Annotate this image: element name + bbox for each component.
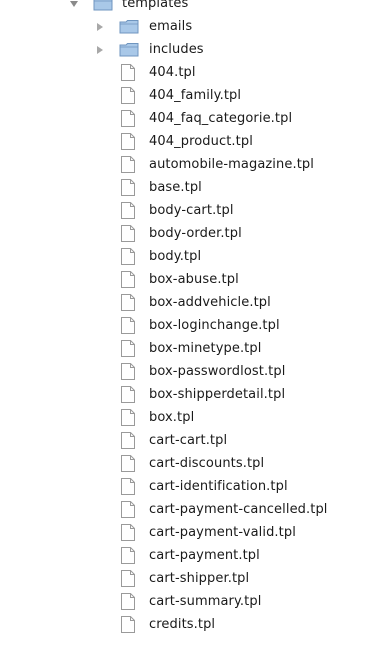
tree-file-label: cart-payment.tpl (149, 548, 260, 563)
tree-folder-label: includes (149, 42, 204, 57)
file-icon (121, 248, 135, 265)
file-icon (121, 317, 135, 334)
tree-file-item[interactable]: box-abuse.tpl (15, 268, 390, 291)
file-icon (121, 409, 135, 426)
tree-file-item[interactable]: 404_family.tpl (15, 84, 390, 107)
left-margin (0, 0, 15, 652)
file-icon (121, 547, 135, 564)
file-icon (121, 432, 135, 449)
tree-file-item[interactable]: cart-payment-cancelled.tpl (15, 498, 390, 521)
tree-file-item[interactable]: box-shipperdetail.tpl (15, 383, 390, 406)
tree-file-label: cart-payment-valid.tpl (149, 525, 296, 540)
file-icon (121, 225, 135, 242)
tree-file-item[interactable]: 404_product.tpl (15, 130, 390, 153)
file-icon (121, 593, 135, 610)
tree-file-item[interactable]: credits.tpl (15, 613, 390, 636)
tree-file-item[interactable]: cart-summary.tpl (15, 590, 390, 613)
tree-file-item[interactable]: cart-payment.tpl (15, 544, 390, 567)
tree-file-label: cart-summary.tpl (149, 594, 262, 609)
file-icon (121, 570, 135, 587)
tree-file-label: cart-shipper.tpl (149, 571, 250, 586)
tree-file-label: cart-identification.tpl (149, 479, 288, 494)
tree-folder-label: templates (122, 0, 189, 11)
file-icon (121, 64, 135, 81)
file-icon (121, 133, 135, 150)
folder-icon (119, 43, 139, 57)
disclosure-collapsed-icon[interactable] (97, 23, 103, 31)
tree-file-label: automobile-magazine.tpl (149, 157, 314, 172)
tree-file-label: box-minetype.tpl (149, 341, 262, 356)
tree-folder-includes[interactable]: includes (15, 38, 390, 61)
tree-file-item[interactable]: cart-discounts.tpl (15, 452, 390, 475)
tree-file-label: box-abuse.tpl (149, 272, 239, 287)
tree-file-item[interactable]: body.tpl (15, 245, 390, 268)
tree-file-item[interactable]: box-minetype.tpl (15, 337, 390, 360)
tree-file-label: cart-payment-cancelled.tpl (149, 502, 328, 517)
disclosure-collapsed-icon[interactable] (97, 46, 103, 54)
tree-file-label: base.tpl (149, 180, 202, 195)
tree-file-label: credits.tpl (149, 617, 216, 632)
file-icon (121, 202, 135, 219)
tree-file-label: box-shipperdetail.tpl (149, 387, 286, 402)
tree-file-item[interactable]: 404.tpl (15, 61, 390, 84)
tree-file-label: body.tpl (149, 249, 202, 264)
tree-file-item[interactable]: base.tpl (15, 176, 390, 199)
folder-icon (93, 0, 113, 11)
file-icon (121, 294, 135, 311)
tree-file-label: box-passwordlost.tpl (149, 364, 286, 379)
tree-folder-templates[interactable]: templates (15, 0, 390, 15)
tree-file-item[interactable]: cart-shipper.tpl (15, 567, 390, 590)
tree-file-label: body-cart.tpl (149, 203, 234, 218)
file-icon (121, 524, 135, 541)
tree-file-label: 404_product.tpl (149, 134, 253, 149)
file-icon (121, 110, 135, 127)
file-icon (121, 363, 135, 380)
file-icon (121, 179, 135, 196)
tree-file-item[interactable]: box-passwordlost.tpl (15, 360, 390, 383)
tree-file-label: box-loginchange.tpl (149, 318, 280, 333)
tree-folder-emails[interactable]: emails (15, 15, 390, 38)
folder-icon (119, 20, 139, 34)
tree-file-item[interactable]: cart-payment-valid.tpl (15, 521, 390, 544)
tree-file-label: box-addvehicle.tpl (149, 295, 271, 310)
tree-file-item[interactable]: cart-identification.tpl (15, 475, 390, 498)
tree-file-label: body-order.tpl (149, 226, 242, 241)
tree-file-item[interactable]: box-addvehicle.tpl (15, 291, 390, 314)
file-icon (121, 340, 135, 357)
tree-file-label: cart-cart.tpl (149, 433, 228, 448)
tree-file-item[interactable]: automobile-magazine.tpl (15, 153, 390, 176)
tree-file-item[interactable]: cart-cart.tpl (15, 429, 390, 452)
file-icon (121, 478, 135, 495)
file-icon (121, 616, 135, 633)
tree-file-label: box.tpl (149, 410, 195, 425)
file-icon (121, 156, 135, 173)
file-icon (121, 455, 135, 472)
tree-file-item[interactable]: box.tpl (15, 406, 390, 429)
tree-file-label: cart-discounts.tpl (149, 456, 265, 471)
tree-file-label: 404_family.tpl (149, 88, 242, 103)
file-icon (121, 501, 135, 518)
tree-file-label: 404_faq_categorie.tpl (149, 111, 293, 126)
tree-file-item[interactable]: body-order.tpl (15, 222, 390, 245)
file-icon (121, 386, 135, 403)
tree-file-item[interactable]: 404_faq_categorie.tpl (15, 107, 390, 130)
disclosure-expanded-icon[interactable] (70, 1, 78, 7)
file-icon (121, 87, 135, 104)
file-tree-list: templates emails includes 404.tpl 404_fam… (15, 0, 390, 636)
tree-file-label: 404.tpl (149, 65, 196, 80)
file-icon (121, 271, 135, 288)
tree-file-item[interactable]: box-loginchange.tpl (15, 314, 390, 337)
tree-folder-label: emails (149, 19, 193, 34)
tree-file-item[interactable]: body-cart.tpl (15, 199, 390, 222)
file-tree[interactable]: templates emails includes 404.tpl 404_fam… (15, 0, 390, 652)
